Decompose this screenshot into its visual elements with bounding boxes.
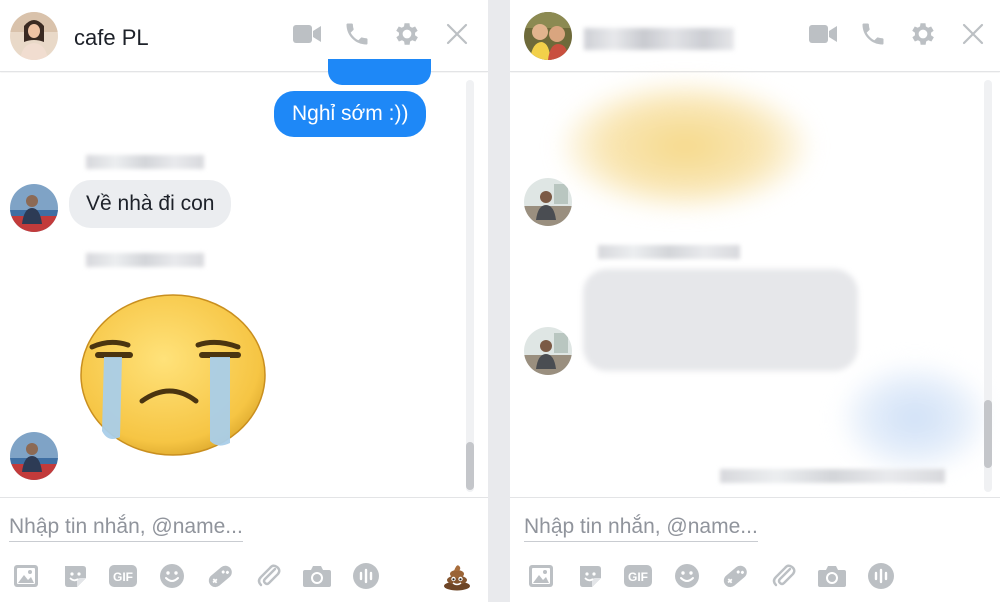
crying-face-sticker[interactable] (78, 291, 268, 456)
audio-icon (353, 563, 379, 589)
phone-icon (862, 23, 884, 45)
game-button[interactable] (719, 560, 751, 592)
gear-icon (396, 23, 418, 45)
seen-status-blurred (720, 469, 945, 483)
sticker-icon (65, 566, 86, 587)
close-button[interactable] (957, 18, 989, 50)
attachment-icon (257, 564, 281, 587)
close-button[interactable] (441, 18, 473, 50)
contact-avatar[interactable] (10, 12, 58, 60)
contact-name-blurred[interactable] (584, 28, 734, 50)
window-gap (488, 0, 510, 602)
gear-icon (912, 23, 934, 45)
sent-message-cutoff[interactable] (328, 59, 431, 85)
game-icon (723, 565, 747, 588)
scroll-thumb[interactable] (984, 400, 992, 468)
settings-button[interactable] (907, 18, 939, 50)
phone-icon (346, 23, 368, 45)
emoji-icon (675, 564, 699, 588)
composer-toolbar: GIF (0, 560, 488, 594)
photo-button[interactable] (10, 560, 42, 592)
chat-header (510, 0, 1000, 72)
timestamp-blurred (86, 155, 204, 169)
timestamp-blurred (86, 253, 204, 267)
message-list[interactable] (510, 73, 1000, 497)
photo-button[interactable] (525, 560, 557, 592)
sticker-icon (580, 566, 601, 587)
video-call-button[interactable] (807, 18, 839, 50)
received-message[interactable]: Về nhà đi con (69, 180, 232, 228)
game-button[interactable] (204, 560, 236, 592)
video-call-button[interactable] (291, 18, 323, 50)
composer: Nhập tin nhắn, @name... GIF (0, 497, 488, 602)
message-text: Về nhà đi con (86, 192, 215, 215)
settings-button[interactable] (391, 18, 423, 50)
emoji-button[interactable] (156, 560, 188, 592)
gif-icon: GIF (109, 565, 137, 587)
audio-button[interactable] (865, 560, 897, 592)
messenger-desktop: cafe PL Nghỉ sớm :)) Về nhà đi con Nhập … (0, 0, 1000, 602)
chat-window-left: cafe PL Nghỉ sớm :)) Về nhà đi con Nhập … (0, 0, 488, 602)
photo-icon (14, 565, 38, 587)
close-icon (962, 23, 984, 45)
gif-button[interactable]: GIF (622, 560, 654, 592)
scroll-thumb[interactable] (466, 442, 474, 490)
gif-button[interactable]: GIF (107, 560, 139, 592)
poop-emoji-icon (444, 565, 470, 591)
blurred-sticker[interactable] (840, 363, 990, 473)
camera-button[interactable] (301, 560, 333, 592)
sender-avatar[interactable] (10, 184, 58, 232)
blurred-sticker[interactable] (560, 81, 810, 211)
scrollbar[interactable] (466, 80, 474, 492)
message-input[interactable]: Nhập tin nhắn, @name... (9, 515, 243, 542)
sticker-button[interactable] (574, 560, 606, 592)
photo-icon (529, 565, 553, 587)
received-message-blurred[interactable] (583, 269, 858, 371)
emoji-icon (160, 564, 184, 588)
contact-name[interactable]: cafe PL (74, 25, 149, 51)
svg-text:GIF: GIF (113, 570, 133, 584)
message-list[interactable]: Nghỉ sớm :)) Về nhà đi con (0, 59, 488, 497)
emoji-button[interactable] (671, 560, 703, 592)
sticker-button[interactable] (59, 560, 91, 592)
message-input[interactable]: Nhập tin nhắn, @name... (524, 515, 758, 542)
game-icon (208, 565, 232, 588)
camera-button[interactable] (816, 560, 848, 592)
sender-avatar[interactable] (524, 327, 572, 375)
poop-emoji-button[interactable] (441, 560, 473, 592)
attachment-button[interactable] (768, 560, 800, 592)
attachment-icon (772, 564, 796, 587)
audio-button[interactable] (350, 560, 382, 592)
close-icon (446, 23, 468, 45)
sender-avatar[interactable] (524, 178, 572, 226)
timestamp-blurred (598, 245, 740, 259)
scrollbar[interactable] (984, 80, 992, 492)
gif-icon: GIF (624, 565, 652, 587)
voice-call-button[interactable] (341, 18, 373, 50)
message-text: Nghỉ sớm :)) (292, 102, 409, 125)
composer-toolbar: GIF (510, 560, 1000, 594)
video-camera-icon (809, 25, 837, 43)
camera-icon (303, 566, 331, 587)
sent-message[interactable]: Nghỉ sớm :)) (274, 91, 427, 137)
chat-window-right: Nhập tin nhắn, @name... GIF (510, 0, 1000, 602)
composer: Nhập tin nhắn, @name... GIF (510, 497, 1000, 602)
sender-avatar[interactable] (10, 432, 58, 480)
camera-icon (818, 566, 846, 587)
video-camera-icon (293, 25, 321, 43)
contact-avatar[interactable] (524, 12, 572, 60)
audio-icon (868, 563, 894, 589)
svg-text:GIF: GIF (628, 570, 648, 584)
attachment-button[interactable] (253, 560, 285, 592)
voice-call-button[interactable] (857, 18, 889, 50)
